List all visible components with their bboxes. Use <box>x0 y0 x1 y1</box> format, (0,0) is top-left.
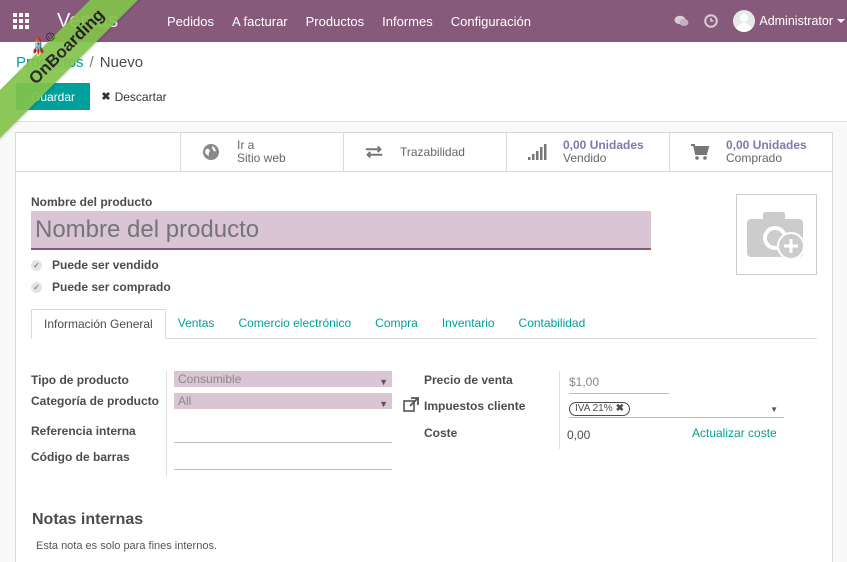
product-name-label: Nombre del producto <box>31 195 153 209</box>
product-image-upload[interactable] <box>736 194 817 275</box>
shopping-cart-icon <box>690 142 710 162</box>
menu-item-informes[interactable]: Informes <box>382 14 433 29</box>
user-name[interactable]: Administrator <box>759 14 833 28</box>
field-divider <box>559 371 560 449</box>
tax-tag-label: IVA 21% <box>575 403 613 414</box>
main-menu: Pedidos A facturar Productos Informes Co… <box>167 14 549 29</box>
caret-down-icon[interactable]: ▼ <box>770 405 778 414</box>
internal-notes-field[interactable]: Esta nota es solo para fines internos. <box>36 540 217 552</box>
sale-price-label: Precio de venta <box>424 373 513 387</box>
globe-icon <box>201 142 221 162</box>
remove-tag-icon[interactable]: ✖ <box>616 403 624 414</box>
smart-button-empty <box>16 133 180 171</box>
checkmark-icon: ✓ <box>31 281 42 293</box>
tab-compra[interactable]: Compra <box>363 309 430 338</box>
chat-icon[interactable] <box>673 13 689 29</box>
camera-add-icon <box>746 211 805 260</box>
menu-item-a-facturar[interactable]: A facturar <box>232 14 288 29</box>
exchange-arrows-icon <box>364 142 384 162</box>
menu-item-productos[interactable]: Productos <box>306 14 365 29</box>
product-form-sheet: Ir a Sitio web Trazabilidad 0,00 Unidade… <box>15 132 833 562</box>
barcode-input[interactable] <box>174 454 392 470</box>
notebook-tabs: Información General Ventas Comercio elec… <box>31 309 817 339</box>
product-name-input[interactable] <box>31 211 651 250</box>
breadcrumb-current: Nuevo <box>99 54 144 71</box>
user-avatar[interactable] <box>733 10 756 32</box>
traceability-label: Trazabilidad <box>400 145 465 159</box>
breadcrumb-separator: / <box>89 54 94 71</box>
barcode-label: Código de barras <box>31 450 130 464</box>
can-be-purchased-checkbox[interactable]: ✓ Puede ser comprado <box>31 280 171 294</box>
discard-button[interactable]: ✖ Descartar <box>98 83 170 110</box>
close-icon: ✖ <box>101 91 111 103</box>
tab-comercio-electronico[interactable]: Comercio electrónico <box>226 309 363 338</box>
cost-label: Coste <box>424 426 458 440</box>
smart-button-box: Ir a Sitio web Trazabilidad 0,00 Unidade… <box>16 133 832 172</box>
product-type-label: Tipo de producto <box>31 373 129 387</box>
internal-ref-input[interactable] <box>174 427 392 443</box>
category-select[interactable]: All ▼ <box>174 393 392 409</box>
internal-ref-label: Referencia interna <box>31 424 136 438</box>
tab-informacion-general[interactable]: Información General <box>31 309 166 339</box>
can-be-purchased-label: Puede ser comprado <box>52 280 171 294</box>
can-be-sold-checkbox[interactable]: ✓ Puede ser vendido <box>31 258 159 272</box>
tax-tag: IVA 21% ✖ <box>569 401 631 416</box>
signal-bars-icon <box>527 142 547 162</box>
sold-label: Vendido <box>563 151 607 165</box>
customer-taxes-label: Impuestos cliente <box>424 399 526 413</box>
cost-value: 0,00 <box>567 428 591 442</box>
category-label: Categoría de producto <box>31 394 160 408</box>
apps-menu-icon[interactable] <box>0 0 42 42</box>
smart-button-website[interactable]: Ir a Sitio web <box>180 133 343 171</box>
internal-notes-title: Notas internas <box>32 511 144 528</box>
smart-button-sold[interactable]: 0,00 Unidades Vendido <box>506 133 669 171</box>
can-be-sold-label: Puede ser vendido <box>52 258 159 272</box>
tab-contabilidad[interactable]: Contabilidad <box>507 309 598 338</box>
control-panel: Productos / Nuevo Guardar ✖ Descartar <box>0 42 847 122</box>
category-value: All <box>178 394 192 408</box>
purchased-label: Comprado <box>726 151 783 165</box>
product-type-select[interactable]: Consumible ▼ <box>174 371 392 387</box>
caret-down-icon: ▼ <box>379 399 388 409</box>
tab-inventario[interactable]: Inventario <box>430 309 507 338</box>
chevron-down-icon[interactable] <box>837 19 845 23</box>
product-type-value: Consumible <box>178 372 242 386</box>
chevron-down-icon: ▼ <box>379 377 388 387</box>
menu-item-pedidos[interactable]: Pedidos <box>167 14 214 29</box>
smart-button-purchased[interactable]: 0,00 Unidades Comprado <box>669 133 832 171</box>
customer-taxes-input[interactable]: IVA 21% ✖ ▼ <box>569 400 784 418</box>
smart-button-traceability[interactable]: Trazabilidad <box>343 133 506 171</box>
website-line2: Sitio web <box>237 151 286 165</box>
menu-item-configuracion[interactable]: Configuración <box>451 14 531 29</box>
update-cost-link[interactable]: Actualizar coste <box>692 426 777 440</box>
discard-button-label: Descartar <box>114 89 167 104</box>
checkmark-icon: ✓ <box>31 259 42 271</box>
external-link-icon[interactable] <box>403 397 419 415</box>
field-divider <box>166 371 167 476</box>
activity-clock-icon[interactable] <box>703 13 719 29</box>
sale-price-input[interactable]: $1,00 <box>569 375 669 394</box>
tab-ventas[interactable]: Ventas <box>166 309 227 338</box>
